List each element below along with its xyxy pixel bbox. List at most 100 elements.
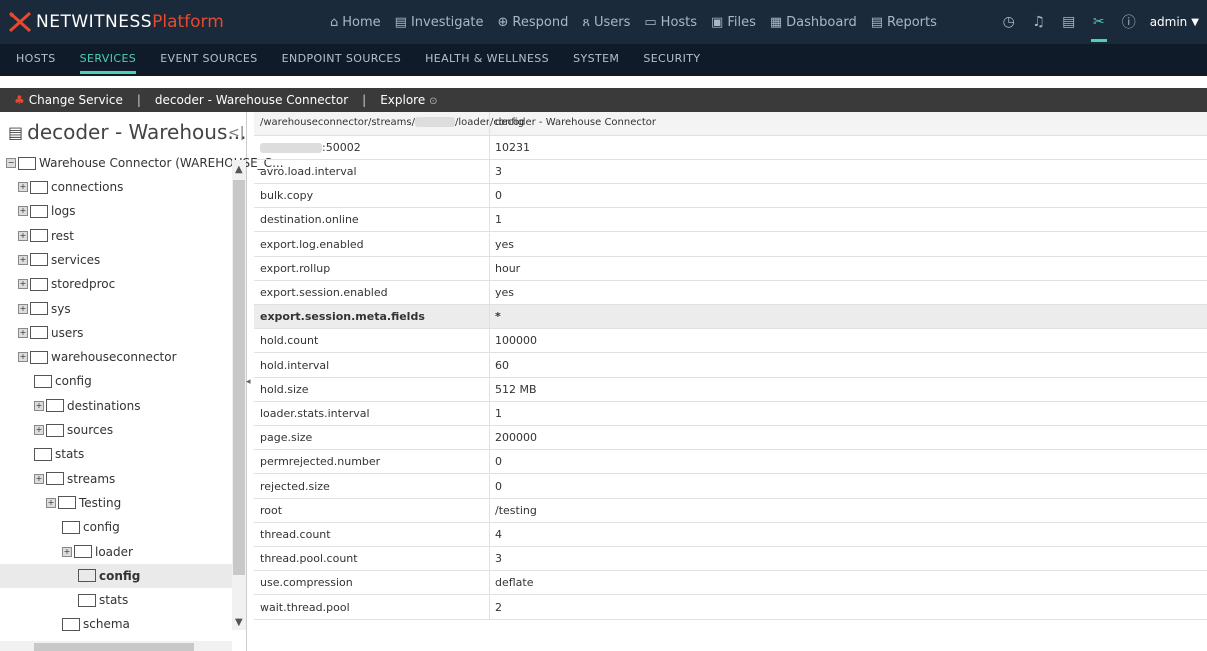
- nav-investigate[interactable]: ▤ Investigate: [395, 15, 484, 30]
- table-row[interactable]: loader.stats.interval 1: [254, 402, 1207, 426]
- folder-icon: [30, 204, 48, 218]
- nav-respond[interactable]: ⊕ Respond: [498, 15, 569, 30]
- table-row[interactable]: :50002 10231: [254, 136, 1207, 160]
- table-row[interactable]: export.log.enabled yes: [254, 232, 1207, 257]
- table-row[interactable]: hold.count 100000: [254, 329, 1207, 354]
- tree-node[interactable]: + Testing: [46, 492, 121, 514]
- tree-node[interactable]: config: [78, 565, 140, 587]
- admin-tools-icon[interactable]: ✂: [1088, 11, 1110, 42]
- tab-health-wellness[interactable]: HEALTH & WELLNESS: [425, 44, 549, 76]
- tree-node[interactable]: + services: [18, 249, 100, 271]
- table-row[interactable]: hold.interval 60: [254, 353, 1207, 378]
- tree-node[interactable]: schema: [62, 613, 130, 635]
- tree-node-label: Testing: [79, 495, 122, 510]
- tab-hosts[interactable]: HOSTS: [16, 44, 56, 76]
- table-row[interactable]: permrejected.number 0: [254, 450, 1207, 475]
- expand-icon[interactable]: +: [18, 352, 28, 363]
- tree-node-label: loader: [95, 544, 133, 559]
- expand-icon[interactable]: +: [46, 497, 56, 508]
- timer-icon[interactable]: ◷: [998, 11, 1020, 33]
- splitter-handle[interactable]: ◂: [246, 377, 254, 397]
- row-key: export.log.enabled: [260, 237, 364, 251]
- expand-icon[interactable]: +: [18, 303, 28, 314]
- tree-node[interactable]: + destinations: [34, 395, 141, 417]
- scroll-up-icon[interactable]: ▲: [235, 164, 243, 175]
- tree-hscroll-thumb[interactable]: [34, 643, 194, 651]
- row-value: 2: [495, 600, 502, 614]
- tree-scroll-thumb[interactable]: [233, 180, 245, 575]
- tree-node[interactable]: + rest: [18, 225, 74, 247]
- netwitness-logo[interactable]: NETWITNESS Platform: [8, 10, 224, 34]
- expand-icon[interactable]: +: [18, 327, 28, 338]
- row-key: hold.interval: [260, 358, 330, 372]
- tree-node[interactable]: config: [62, 516, 120, 538]
- tree-node[interactable]: + loader: [62, 541, 133, 563]
- nav-reports[interactable]: ▤ Reports: [871, 15, 937, 30]
- collapse-icon[interactable]: −: [6, 158, 16, 168]
- scroll-down-icon[interactable]: ▼: [235, 617, 243, 628]
- row-key: :50002: [260, 141, 361, 154]
- tree-node[interactable]: + streams: [34, 468, 115, 490]
- tree-node[interactable]: + sys: [18, 298, 71, 320]
- tab-endpoint-sources[interactable]: ENDPOINT SOURCES: [282, 44, 401, 76]
- tab-services[interactable]: SERVICES: [79, 44, 137, 76]
- expand-icon[interactable]: +: [34, 400, 44, 411]
- tree-node-label: config: [55, 374, 92, 389]
- bell-icon[interactable]: ♫: [1028, 11, 1050, 33]
- row-value: 200000: [495, 431, 537, 445]
- table-row[interactable]: destination.online 1: [254, 208, 1207, 233]
- tree-node[interactable]: + connections: [18, 176, 123, 198]
- expand-icon[interactable]: +: [62, 546, 72, 557]
- expand-icon[interactable]: +: [18, 254, 28, 265]
- chevron-down-icon: ⊙: [429, 96, 438, 107]
- nav-files[interactable]: ▣ Files: [711, 15, 756, 30]
- tree-node[interactable]: stats: [78, 589, 128, 611]
- expand-icon[interactable]: +: [18, 182, 28, 192]
- user-menu[interactable]: admin ▼: [1150, 15, 1199, 29]
- folder-icon: [30, 326, 48, 340]
- table-row[interactable]: export.session.enabled yes: [254, 281, 1207, 305]
- table-row[interactable]: hold.size 512 MB: [254, 377, 1207, 402]
- help-icon[interactable]: ⓘ: [1118, 11, 1140, 33]
- table-row[interactable]: rejected.size 0: [254, 474, 1207, 499]
- table-row[interactable]: export.rollup hour: [254, 256, 1207, 281]
- change-service-button[interactable]: ♣ Change Service: [14, 93, 123, 107]
- table-row[interactable]: export.session.meta.fields *: [254, 305, 1207, 330]
- files-icon: ▣: [711, 14, 724, 30]
- nav-dashboard[interactable]: ▦ Dashboard: [770, 15, 857, 30]
- tree-node[interactable]: + logs: [18, 200, 76, 222]
- expand-icon[interactable]: +: [18, 279, 28, 290]
- expand-icon[interactable]: +: [18, 230, 28, 241]
- expand-icon[interactable]: +: [34, 425, 44, 435]
- row-value: 0: [495, 455, 502, 469]
- tab-event-sources[interactable]: EVENT SOURCES: [160, 44, 257, 76]
- tree-node[interactable]: + storedproc: [18, 273, 115, 295]
- expand-icon[interactable]: +: [34, 473, 44, 484]
- tasks-icon[interactable]: ▤: [1058, 11, 1080, 33]
- tab-security[interactable]: SECURITY: [643, 44, 700, 76]
- table-row[interactable]: use.compression deflate: [254, 571, 1207, 596]
- tree-node[interactable]: config: [34, 370, 92, 392]
- table-row[interactable]: bulk.copy 0: [254, 184, 1207, 209]
- tree-node[interactable]: stats: [34, 443, 84, 465]
- collapse-panel-icon[interactable]: <|: [228, 125, 244, 141]
- table-row[interactable]: root/testing: [254, 498, 1207, 523]
- table-row[interactable]: page.size 200000: [254, 426, 1207, 451]
- expand-icon[interactable]: +: [18, 206, 28, 217]
- table-row[interactable]: thread.pool.count 3: [254, 547, 1207, 572]
- table-row[interactable]: thread.count 4: [254, 523, 1207, 547]
- row-value: 60: [495, 358, 509, 372]
- nav-hosts[interactable]: ▭ Hosts: [644, 15, 697, 30]
- nav-users[interactable]: ጸ Users: [582, 15, 630, 30]
- nav-home[interactable]: ⌂ Home: [330, 15, 381, 30]
- nav-label: Reports: [887, 14, 937, 30]
- tree-node-label: sys: [51, 301, 71, 316]
- table-row[interactable]: avro.load.interval 3: [254, 160, 1207, 184]
- tab-system[interactable]: SYSTEM: [573, 44, 619, 76]
- explore-menu[interactable]: Explore ⊙: [380, 93, 437, 107]
- table-row[interactable]: wait.thread.pool 2: [254, 595, 1207, 620]
- tree-node[interactable]: + warehouseconnector: [18, 346, 177, 368]
- tree-node[interactable]: + users: [18, 322, 83, 344]
- folder-icon: [78, 593, 96, 607]
- tree-node[interactable]: + sources: [34, 419, 113, 441]
